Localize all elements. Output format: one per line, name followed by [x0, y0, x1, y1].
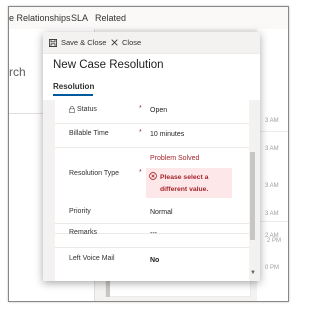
scrollbar-thumb[interactable]: [250, 152, 255, 240]
scroll-down-icon[interactable]: ▼: [250, 270, 256, 276]
required-marker: *: [139, 105, 142, 112]
timestamp: 3 AM: [265, 118, 279, 124]
required-marker: *: [139, 129, 142, 136]
background-right-panel: [257, 29, 288, 301]
form-scroll-area: Status * Open Billable Time * 10 minutes…: [43, 100, 260, 281]
remarks-value[interactable]: ---: [150, 230, 157, 237]
save-close-button[interactable]: Save & Close: [49, 38, 106, 47]
billable-time-label: Billable Time: [69, 130, 109, 137]
tab-relationships[interactable]: e Relationships: [9, 13, 71, 23]
tab-resolution[interactable]: Resolution: [53, 82, 94, 91]
status-value: Open: [150, 107, 168, 114]
required-marker: *: [139, 169, 142, 176]
background-tab-bar: e Relationships SLA Related: [9, 7, 288, 29]
tab-sla[interactable]: SLA: [71, 13, 88, 23]
divider: [257, 221, 288, 222]
error-text: Please select a different value.: [160, 174, 209, 193]
divider: [257, 131, 288, 132]
priority-value[interactable]: Normal: [150, 209, 173, 216]
timestamp: 0 PM: [265, 265, 280, 271]
field-billable-time: Billable Time * 10 minutes: [55, 124, 249, 148]
timestamp: 2 PM: [267, 238, 282, 244]
case-resolution-dialog: Save & Close Close New Case Resolution R…: [43, 32, 260, 281]
command-bar: Save & Close Close: [43, 32, 260, 54]
field-remarks: Remarks ---: [55, 224, 249, 248]
timestamp: 3 AM: [265, 146, 279, 152]
status-label-text: Status: [77, 106, 97, 113]
left-voice-mail-label: Left Voice Mail: [69, 255, 115, 262]
field-status: Status * Open: [55, 100, 249, 124]
billable-time-value[interactable]: 10 minutes: [150, 131, 184, 138]
close-label: Close: [122, 38, 142, 47]
close-icon: [111, 39, 118, 46]
status-label: Status: [69, 106, 97, 113]
resolution-type-label: Resolution Type: [69, 170, 120, 177]
error-icon: [149, 172, 157, 180]
field-left-voice-mail: Left Voice Mail No: [55, 248, 249, 272]
background-search-text: rch: [9, 65, 26, 79]
save-icon: [49, 38, 57, 47]
form-card: Status * Open Billable Time * 10 minutes…: [55, 100, 249, 281]
priority-label: Priority: [69, 208, 91, 215]
tab-related[interactable]: Related: [95, 13, 126, 23]
remarks-label: Remarks: [69, 229, 98, 236]
timestamp: 3 AM: [265, 183, 279, 189]
error-message: Please select a different value.: [146, 168, 232, 198]
lock-icon: [69, 106, 75, 113]
dialog-title: New Case Resolution: [53, 59, 164, 71]
timestamp: 3 AM: [265, 211, 279, 217]
tab-active-indicator: [53, 94, 93, 96]
resolution-type-select[interactable]: Problem Solved: [150, 155, 199, 162]
save-close-label: Save & Close: [61, 38, 107, 47]
close-button[interactable]: Close: [111, 38, 141, 47]
left-voice-mail-value[interactable]: No: [150, 257, 159, 264]
field-priority: Priority Normal: [55, 202, 249, 224]
